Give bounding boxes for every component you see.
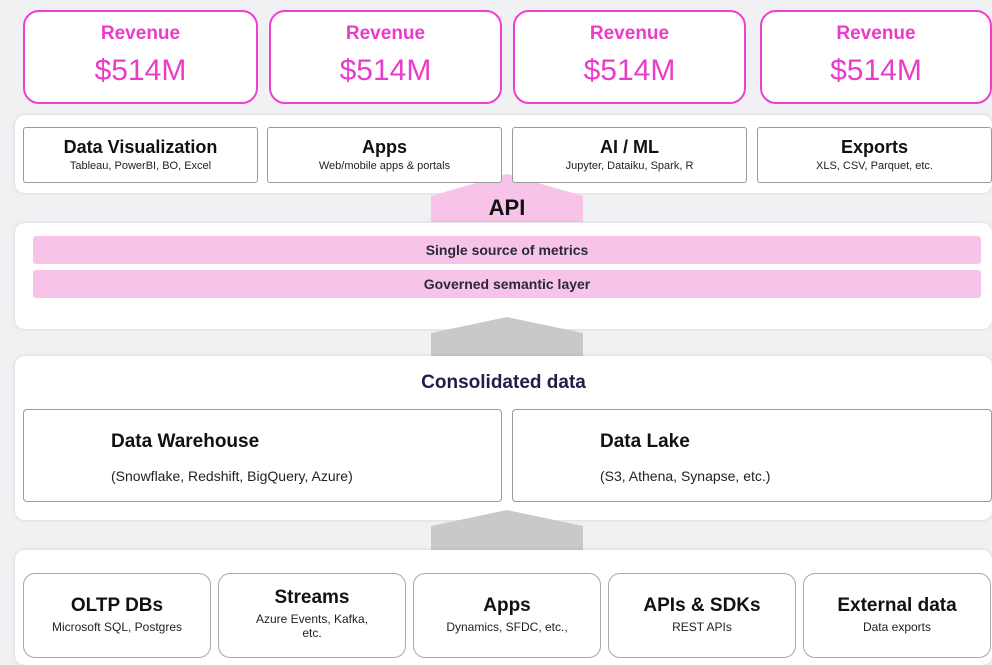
source-subtitle: Dynamics, SFDC, etc., (446, 620, 568, 634)
up-arrow (431, 317, 583, 357)
consumer-subtitle: XLS, CSV, Parquet, etc. (816, 160, 933, 172)
semantic-layer-bar: Governed semantic layer (33, 270, 981, 298)
revenue-card: Revenue $514M (23, 10, 258, 104)
source-title: External data (837, 595, 957, 616)
source-subtitle: Data exports (862, 620, 932, 634)
store-title: Data Lake (600, 431, 690, 452)
consolidated-heading: Consolidated data (421, 372, 586, 393)
source-card: APIs & SDKs REST APIs (608, 573, 796, 658)
consumer-card: AI / ML Jupyter, Dataiku, Spark, R (512, 127, 747, 183)
source-card: Apps Dynamics, SFDC, etc., (413, 573, 601, 658)
source-title: Streams (274, 587, 350, 608)
source-title: Apps (483, 595, 531, 616)
data-warehouse-card: Data Warehouse (Snowflake, Redshift, Big… (23, 409, 502, 502)
store-subtitle: (Snowflake, Redshift, BigQuery, Azure) (111, 468, 353, 484)
consumer-title: Apps (362, 137, 407, 157)
revenue-card: Revenue $514M (513, 10, 746, 104)
store-subtitle: (S3, Athena, Synapse, etc.) (600, 468, 771, 484)
consumer-card: Data Visualization Tableau, PowerBI, BO,… (23, 127, 258, 183)
source-title: APIs & SDKs (643, 595, 761, 616)
store-title: Data Warehouse (111, 431, 260, 452)
up-arrow (431, 510, 583, 550)
revenue-card: Revenue $514M (760, 10, 992, 104)
source-card: Streams Azure Events, Kafka, etc. (218, 573, 406, 658)
source-subtitle: Microsoft SQL, Postgres (51, 620, 183, 634)
metrics-bar: Single source of metrics (33, 236, 981, 264)
revenue-card: Revenue $514M (269, 10, 502, 104)
consumer-subtitle: Web/mobile apps & portals (318, 160, 451, 172)
api-label: API (488, 195, 526, 220)
consumer-title: Data Visualization (63, 137, 218, 157)
consumer-subtitle: Jupyter, Dataiku, Spark, R (565, 160, 694, 172)
consumer-title: Exports (840, 137, 909, 157)
revenue-card-value: $514M (830, 54, 922, 87)
revenue-card-title: Revenue (836, 23, 916, 44)
revenue-card-value: $514M (339, 54, 432, 87)
consumer-card: Exports XLS, CSV, Parquet, etc. (757, 127, 992, 183)
source-title: OLTP DBs (70, 595, 164, 616)
revenue-card-value: $514M (94, 54, 187, 87)
revenue-card-value: $514M (583, 54, 676, 87)
consumer-subtitle: Tableau, PowerBI, BO, Excel (69, 160, 212, 172)
revenue-card-title: Revenue (100, 23, 181, 44)
source-card: OLTP DBs Microsoft SQL, Postgres (23, 573, 211, 658)
consumer-title: AI / ML (600, 137, 659, 157)
source-subtitle: REST APIs (672, 620, 732, 634)
consumer-card: Apps Web/mobile apps & portals (267, 127, 502, 183)
source-subtitle: Azure Events, Kafka, etc. (255, 612, 369, 640)
revenue-card-title: Revenue (345, 23, 426, 44)
source-card: External data Data exports (803, 573, 991, 658)
data-lake-card: Data Lake (S3, Athena, Synapse, etc.) (512, 409, 992, 502)
revenue-card-title: Revenue (589, 23, 670, 44)
